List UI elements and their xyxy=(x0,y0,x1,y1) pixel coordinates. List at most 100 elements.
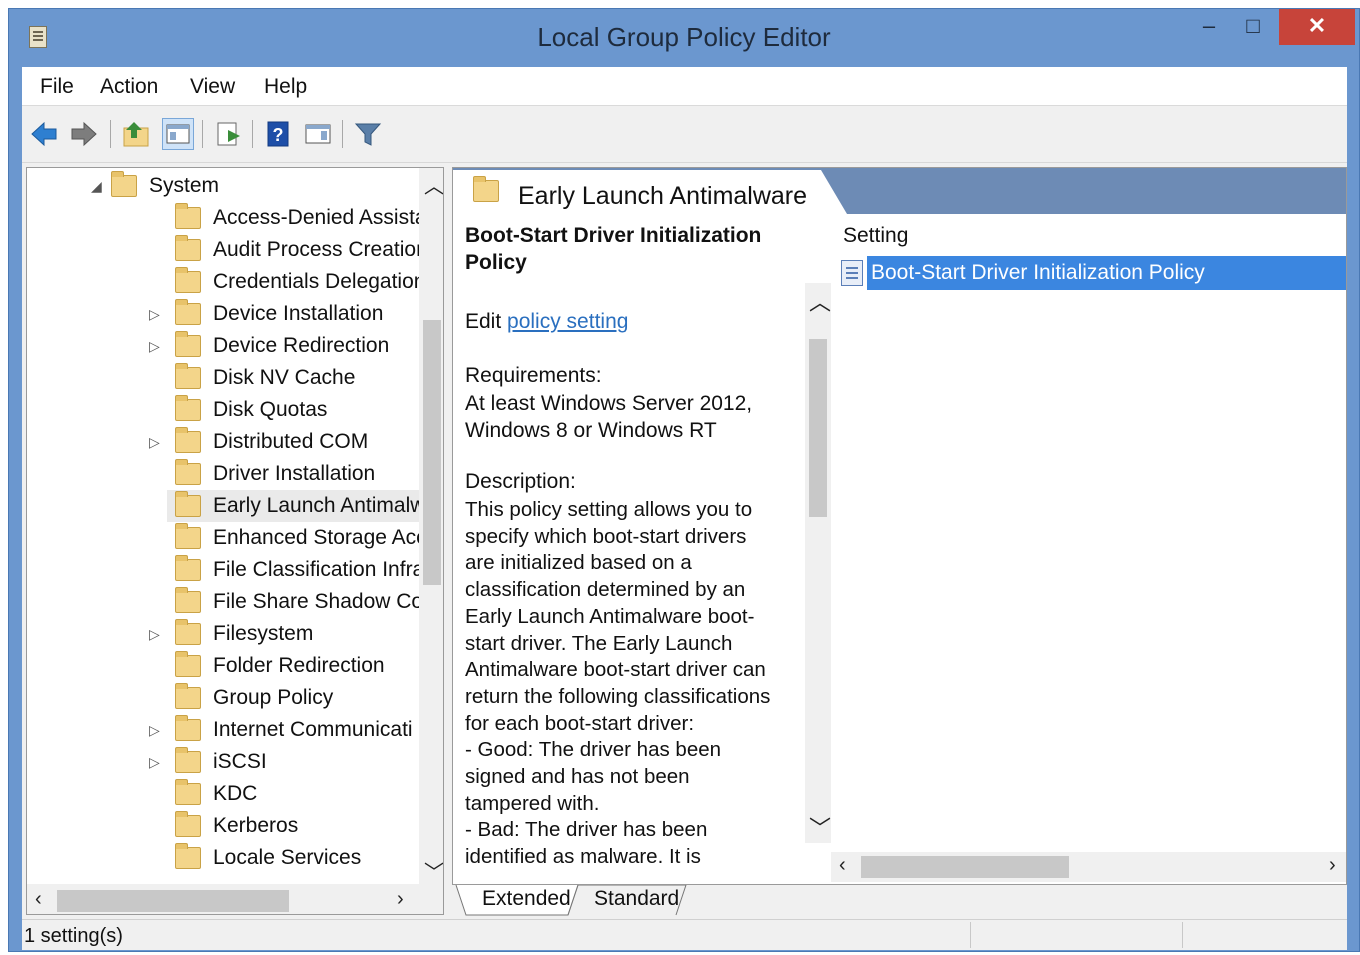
filter-icon[interactable] xyxy=(352,118,384,150)
scrollbar-thumb[interactable] xyxy=(57,890,289,912)
svg-text:?: ? xyxy=(273,125,284,145)
scrollbar-thumb[interactable] xyxy=(861,856,1069,878)
view-tabs: Extended Standard xyxy=(452,885,1347,917)
tree-item-label: Device Installation xyxy=(213,302,384,325)
scroll-up-icon[interactable]: ︿ xyxy=(809,285,831,317)
expand-arrow-icon[interactable]: ▷ xyxy=(149,626,160,643)
edit-prefix: Edit xyxy=(465,310,502,333)
folder-icon xyxy=(175,395,201,421)
details-pane: Early Launch Antimalware Boot-Start Driv… xyxy=(452,167,1347,885)
help-icon[interactable]: ? xyxy=(262,118,294,150)
up-folder-icon[interactable] xyxy=(120,118,152,150)
policy-setting-icon xyxy=(841,260,863,286)
window-title: Local Group Policy Editor xyxy=(537,22,831,52)
expand-arrow-icon[interactable]: ▷ xyxy=(149,434,160,451)
folder-icon xyxy=(175,779,201,805)
tree-item-label: Internet Communicati xyxy=(213,718,413,741)
folder-icon xyxy=(473,176,499,202)
title-bar[interactable]: Local Group Policy Editor – □ ✕ xyxy=(9,9,1359,67)
folder-icon xyxy=(175,843,201,869)
tab-standard[interactable]: Standard xyxy=(594,885,679,915)
folder-icon xyxy=(175,523,201,549)
policy-title: Boot-Start Driver Initialization Policy xyxy=(465,224,762,274)
tree-horizontal-scrollbar[interactable]: ‹ › xyxy=(27,884,443,914)
minimize-button[interactable]: – xyxy=(1187,9,1231,45)
folder-icon xyxy=(175,619,201,645)
tree-item-label: Distributed COM xyxy=(213,430,369,453)
close-button[interactable]: ✕ xyxy=(1279,9,1355,45)
show-hide-action-pane-icon[interactable] xyxy=(302,118,334,150)
toolbar-separator xyxy=(342,120,343,148)
requirements-label: Requirements: xyxy=(465,364,602,387)
expand-arrow-icon[interactable]: ▷ xyxy=(149,754,160,771)
tree-item-label: Credentials Delegation xyxy=(213,270,426,293)
tree-item-label: Group Policy xyxy=(213,686,334,709)
back-arrow-icon[interactable] xyxy=(28,118,60,150)
settings-list: Setting Boot-Start Driver Initialization… xyxy=(831,214,1346,884)
scroll-right-icon[interactable]: › xyxy=(397,888,404,911)
tree-item-label: Folder Redirection xyxy=(213,654,385,677)
folder-icon xyxy=(111,171,137,197)
folder-icon xyxy=(175,203,201,229)
folder-icon xyxy=(175,811,201,837)
scroll-left-icon[interactable]: ‹ xyxy=(35,888,42,911)
export-list-icon[interactable] xyxy=(212,118,244,150)
list-item-selected[interactable]: Boot-Start Driver Initialization Policy xyxy=(841,256,1346,290)
menu-help[interactable]: Help xyxy=(264,75,307,99)
folder-icon xyxy=(175,363,201,389)
tree-item-label: Disk Quotas xyxy=(213,398,328,421)
status-divider xyxy=(970,922,971,948)
tree-vertical-scrollbar[interactable]: ︿ ﹀ xyxy=(419,168,443,885)
folder-icon xyxy=(175,555,201,581)
tree-item-label: Disk NV Cache xyxy=(213,366,356,389)
tree-item-selected[interactable]: Early Launch Antimalw xyxy=(167,490,425,522)
tree-item-label: Enhanced Storage Acc xyxy=(213,526,427,549)
details-header: Early Launch Antimalware xyxy=(453,168,1346,214)
list-horizontal-scrollbar[interactable]: ‹ › xyxy=(831,852,1346,882)
expand-arrow-icon[interactable]: ▷ xyxy=(149,338,160,355)
expand-arrow-icon[interactable]: ▷ xyxy=(149,306,160,323)
folder-icon xyxy=(175,491,201,517)
folder-icon xyxy=(175,683,201,709)
scroll-right-icon[interactable]: › xyxy=(1329,854,1336,877)
scroll-up-icon[interactable]: ︿ xyxy=(424,170,443,199)
status-divider xyxy=(1182,922,1183,948)
folder-icon xyxy=(175,587,201,613)
show-hide-tree-icon[interactable] xyxy=(162,118,194,150)
tree-item-label: Locale Services xyxy=(213,846,362,869)
description-vertical-scrollbar[interactable]: ︿ ﹀ xyxy=(805,283,831,843)
tree-item-label: Audit Process Creatior xyxy=(213,238,424,261)
folder-icon xyxy=(175,267,201,293)
description-label: Description: xyxy=(465,470,576,493)
scroll-down-icon[interactable]: ﹀ xyxy=(809,811,831,843)
folder-icon xyxy=(175,747,201,773)
tree-item-label: Filesystem xyxy=(213,622,314,645)
edit-line: Edit policy setting xyxy=(465,310,628,334)
console-tree: ◢ System Access-Denied Assista Audit Pro… xyxy=(26,167,444,915)
tree-item-label: Kerberos xyxy=(213,814,299,837)
scroll-down-icon[interactable]: ﹀ xyxy=(424,856,443,885)
tree-item-label: Access-Denied Assista xyxy=(213,206,427,229)
toolbar-separator xyxy=(252,120,253,148)
scroll-left-icon[interactable]: ‹ xyxy=(839,854,846,877)
scrollbar-thumb[interactable] xyxy=(423,320,441,585)
extended-description: Boot-Start Driver Initialization Policy … xyxy=(453,214,813,884)
toolbar-separator xyxy=(202,120,203,148)
collapse-arrow-icon[interactable]: ◢ xyxy=(91,178,102,195)
tree-item-label: File Classification Infra xyxy=(213,558,425,581)
tree-item-label: Device Redirection xyxy=(213,334,390,357)
folder-icon xyxy=(175,651,201,677)
maximize-button[interactable]: □ xyxy=(1231,9,1275,45)
tab-extended[interactable]: Extended xyxy=(482,885,571,915)
folder-icon xyxy=(175,427,201,453)
pane-splitter[interactable] xyxy=(444,167,452,915)
forward-arrow-icon[interactable] xyxy=(68,118,100,150)
menu-action[interactable]: Action xyxy=(100,75,158,99)
menu-view[interactable]: View xyxy=(190,75,235,99)
edit-policy-link[interactable]: policy setting xyxy=(507,310,628,333)
toolbar: ? xyxy=(22,106,1347,163)
scrollbar-thumb[interactable] xyxy=(809,339,827,517)
column-header-setting[interactable]: Setting xyxy=(843,224,908,248)
menu-file[interactable]: File xyxy=(40,75,74,99)
expand-arrow-icon[interactable]: ▷ xyxy=(149,722,160,739)
